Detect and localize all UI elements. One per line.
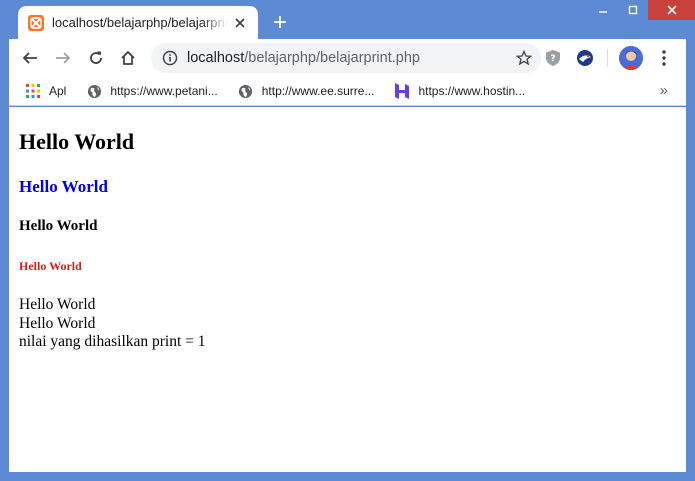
title-bar: localhost/belajarphp/belajarprint.php [0,0,695,39]
output-line: Hello World [19,296,96,313]
globe-icon [86,83,102,99]
bookmarks-overflow-button[interactable]: » [660,82,668,99]
bookmark-label: Apl [49,84,67,98]
hostinger-icon [394,83,410,99]
bookmark-label: https://www.petani... [110,84,218,98]
tab-title: localhost/belajarphp/belajarprint.php [52,15,228,30]
bookmark-ee-surrey[interactable]: http://www.ee.surre... [238,83,375,99]
heading-2: Hello World [19,177,108,196]
minimize-button[interactable] [588,0,618,20]
window-controls [588,0,695,20]
browser-tab[interactable]: localhost/belajarphp/belajarprint.php [18,6,258,39]
address-bar[interactable]: localhost/belajarphp/belajarprint.php [151,43,541,73]
bookmark-apps[interactable]: Apl [25,83,66,99]
svg-text:?: ? [550,54,555,64]
forward-icon[interactable] [52,47,74,69]
xampp-icon [28,14,44,31]
browser-window: localhost/belajarphp/belajarprint.php [0,0,695,481]
avatar[interactable] [619,46,643,70]
toolbar-separator [607,49,608,67]
output-line: nilai yang dihasilkan print = 1 [19,333,206,350]
close-icon[interactable] [232,15,248,31]
shield-extension-icon[interactable]: ? [542,47,564,69]
url-text: localhost/belajarphp/belajarprint.php [187,50,420,66]
bookmark-label: http://www.ee.surre... [261,84,375,98]
globe-icon [238,83,254,99]
info-icon[interactable] [161,49,179,67]
home-icon[interactable] [117,47,139,69]
bird-extension-icon[interactable] [574,47,596,69]
back-icon[interactable] [19,47,41,69]
menu-icon[interactable] [653,47,675,69]
heading-1: Hello World [19,129,135,154]
close-window-button[interactable] [648,0,695,20]
bookmarks-bar: Apl https://www.petani... http://www.ee.… [9,77,686,106]
browser-toolbar: localhost/belajarphp/belajarprint.php ? [9,39,686,77]
window-bottom-border [0,472,695,481]
heading-6: Hello World [19,259,82,273]
new-tab-button[interactable] [270,12,290,32]
bookmark-petani[interactable]: https://www.petani... [86,83,218,99]
page-content: Hello World Hello World Hello World Hell… [9,107,686,472]
url-host: localhost [187,50,245,66]
apps-grid-icon [25,83,41,99]
heading-4: Hello World [19,218,98,234]
url-path: /belajarphp/belajarprint.php [244,50,420,66]
print-output: Hello World Hello World nilai yang dihas… [19,296,206,352]
maximize-button[interactable] [618,0,648,20]
star-icon[interactable] [515,49,533,67]
bookmark-hostinger[interactable]: https://www.hostin... [394,83,525,99]
output-line: Hello World [19,314,96,332]
reload-icon[interactable] [85,47,107,69]
bookmark-label: https://www.hostin... [418,84,526,98]
